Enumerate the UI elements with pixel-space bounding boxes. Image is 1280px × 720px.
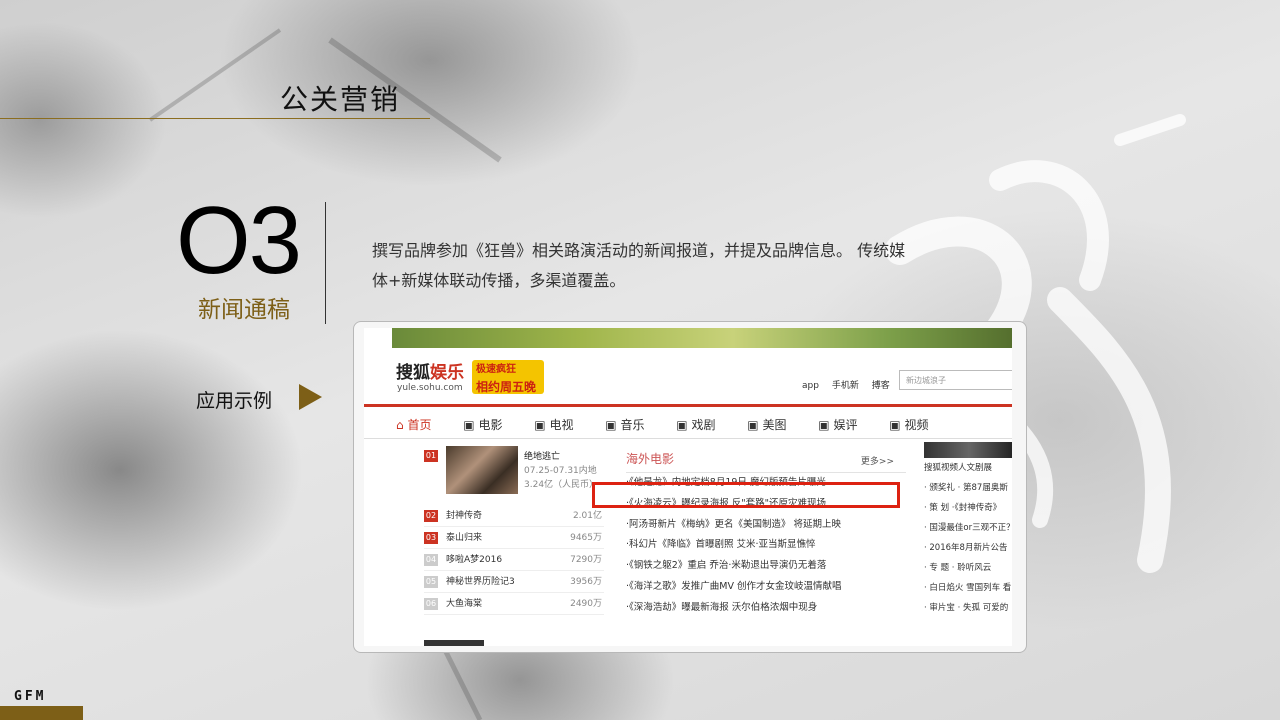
list-item[interactable]: 06 大鱼海棠 2490万 (424, 594, 604, 615)
top-link[interactable]: app (802, 381, 819, 391)
top-link[interactable]: 搏客 (872, 381, 890, 391)
news-item[interactable]: ·《钢铁之躯2》重启 乔治·米勒退出导演仍无着落 (626, 556, 906, 577)
title-underline (0, 118, 430, 119)
nav-item[interactable]: ▣ 电视 (534, 418, 587, 432)
nav-item[interactable]: ▣ 戏剧 (676, 418, 729, 432)
nav-bar: ⌂ 首页 ▣ 电影 ▣ 电视 ▣ 音乐 ▣ 戏剧 ▣ 美图 ▣ 娱评 ▣ 视频 … (396, 416, 1012, 433)
sidebar-item[interactable]: 搜狐视频人文剧展 (924, 458, 1012, 478)
section-title: 新闻通稿 (198, 297, 290, 323)
news-item[interactable]: ·科幻片《降临》首曝剧照 艾米·亚当斯显憔悴 (626, 535, 906, 556)
play-arrow-icon (299, 384, 322, 410)
movie-thumbnail[interactable] (446, 446, 518, 494)
list-item[interactable]: 02 封神传奇 2.01亿 (424, 506, 604, 527)
sidebar-item[interactable]: · 审片宝 · 失孤 可爱的 (924, 598, 1012, 618)
top-link[interactable]: 手机新 (832, 381, 859, 391)
highlight-box (592, 482, 900, 508)
nav-item[interactable]: ▣ 视频 (889, 418, 942, 432)
sidebar-item[interactable]: · 策 划 ·《封神传奇》 (924, 498, 1012, 518)
nav-item-home[interactable]: ⌂ 首页 (396, 418, 445, 432)
divider (325, 202, 326, 324)
news-item[interactable]: ·《海洋之歌》发推广曲MV 创作才女金玟岐温情献唱 (626, 577, 906, 598)
more-link[interactable]: 更多>> (861, 454, 894, 467)
top-links: app 手机新 搏客 (802, 378, 900, 391)
example-screenshot: 搜狐娱乐 yule.sohu.com 极速疯狂 相约周五晚 app 手机新 搏客… (353, 321, 1027, 653)
nav-item[interactable]: ▣ 电影 (463, 418, 516, 432)
section-number: O3 (176, 187, 302, 294)
nav-divider (364, 438, 1012, 439)
list-item[interactable]: 05 神秘世界历险记3 3956万 (424, 572, 604, 593)
footer-logo: GFM (14, 689, 47, 704)
top-movie[interactable]: 绝地逃亡 07.25-07.31内地 3.24亿（人民币） (524, 450, 598, 492)
search-input[interactable]: 新边城浪子 (899, 370, 1012, 390)
header-rule (364, 404, 1012, 407)
sidebar-item[interactable]: · 2016年8月新片公告 (924, 538, 1012, 558)
site-logo: 搜狐娱乐 (396, 363, 464, 383)
description-text: 撰写品牌参加《狂兽》相关路演活动的新闻报道，并提及品牌信息。 传统媒体+新媒体联… (372, 241, 906, 290)
list-item[interactable]: 03 泰山归来 9465万 (424, 528, 604, 549)
top-banner-ad (392, 328, 1012, 348)
sidebar-image (924, 442, 1012, 458)
footer-accent-bar (0, 706, 83, 720)
sidebar-item[interactable]: · 国漫最佳or三观不正？ (924, 518, 1012, 538)
nav-item[interactable]: ▣ 美图 (747, 418, 800, 432)
nav-item[interactable]: ▣ 娱评 (818, 418, 871, 432)
webpage-capture: 搜狐娱乐 yule.sohu.com 极速疯狂 相约周五晚 app 手机新 搏客… (364, 328, 1012, 646)
news-item[interactable]: ·阿汤哥新片《梅纳》更名《美国制造》 将延期上映 (626, 515, 906, 536)
news-section: 海外电影 更多>> ·《他是龙》内地定档8月19日 魔幻版预告片曝光 ·《火海凌… (592, 450, 906, 619)
page-title: 公关营销 (280, 83, 401, 116)
promo-badge: 极速疯狂 相约周五晚 (472, 360, 544, 394)
sidebar-list: 搜狐视频人文剧展 · 颁奖礼 · 第87届奥斯 · 策 划 ·《封神传奇》 · … (924, 442, 1012, 618)
example-label: 应用示例 (196, 390, 273, 412)
rank-badge: 01 (424, 450, 438, 462)
list-item[interactable]: 04 哆啦A梦2016 7290万 (424, 550, 604, 571)
sidebar-item[interactable]: · 白日焰火 雪国列车 看 (924, 578, 1012, 598)
bottom-bar (424, 640, 484, 646)
nav-item[interactable]: ▣ 音乐 (605, 418, 658, 432)
site-url: yule.sohu.com (397, 383, 463, 393)
sidebar-item[interactable]: · 专 题 · 聆听风云 (924, 558, 1012, 578)
news-item[interactable]: ·《深海浩劫》曝最新海报 沃尔伯格浓烟中现身 (626, 598, 906, 619)
sidebar-item[interactable]: · 颁奖礼 · 第87届奥斯 (924, 478, 1012, 498)
